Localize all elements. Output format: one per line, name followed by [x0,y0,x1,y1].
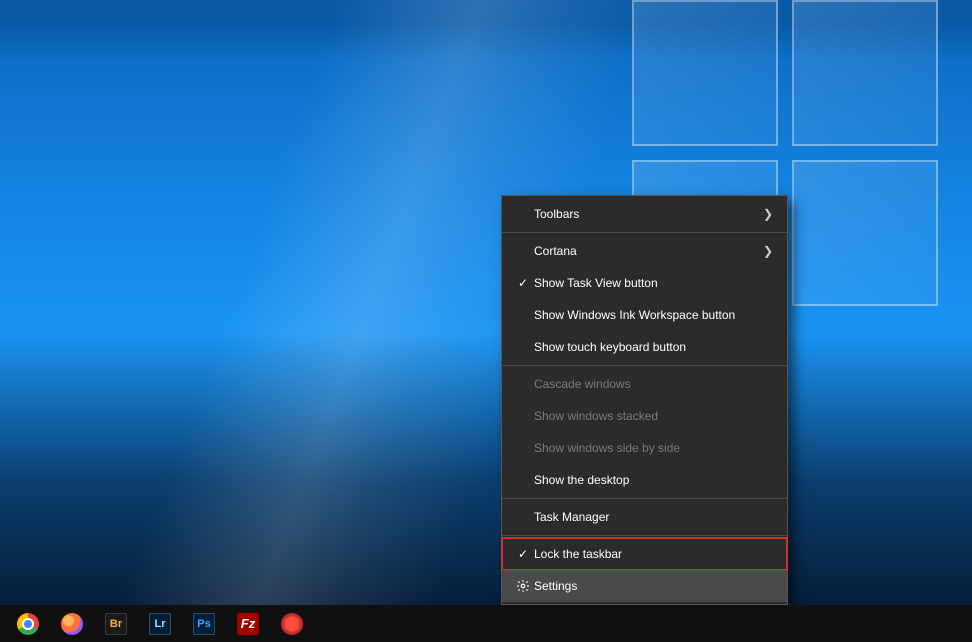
chevron-right-icon: ❯ [763,244,773,258]
desktop-wallpaper[interactable] [0,0,972,605]
taskbar-app-chrome[interactable] [6,605,50,642]
menu-label: Show touch keyboard button [534,340,773,354]
menu-label: Lock the taskbar [534,547,773,561]
menu-label: Cascade windows [534,377,773,391]
menu-separator [502,232,787,233]
chevron-right-icon: ❯ [763,207,773,221]
menu-task-manager[interactable]: Task Manager [502,501,787,533]
menu-label: Task Manager [534,510,773,524]
creative-cloud-icon [281,613,303,635]
filezilla-icon: Fz [237,613,259,635]
taskbar-app-lightroom[interactable]: Lr [138,605,182,642]
menu-cortana[interactable]: Cortana ❯ [502,235,787,267]
menu-lock-taskbar[interactable]: ✓ Lock the taskbar [502,538,787,570]
checkmark-icon: ✓ [512,276,534,290]
menu-label: Show windows side by side [534,441,773,455]
lightroom-icon: Lr [149,613,171,635]
bridge-icon: Br [105,613,127,635]
menu-label: Show windows stacked [534,409,773,423]
gear-icon [512,579,534,593]
taskbar-context-menu: Toolbars ❯ Cortana ❯ ✓ Show Task View bu… [501,195,788,605]
taskbar[interactable]: Br Lr Ps Fz [0,605,972,642]
menu-separator [502,535,787,536]
menu-separator [502,498,787,499]
chrome-icon [17,613,39,635]
menu-show-desktop[interactable]: Show the desktop [502,464,787,496]
menu-settings[interactable]: Settings [502,570,787,602]
menu-separator [502,365,787,366]
menu-label: Show the desktop [534,473,773,487]
menu-show-windows-stacked: Show windows stacked [502,400,787,432]
taskbar-app-firefox[interactable] [50,605,94,642]
menu-label: Settings [534,579,773,593]
photoshop-icon: Ps [193,613,215,635]
menu-cascade-windows: Cascade windows [502,368,787,400]
menu-label: Show Windows Ink Workspace button [534,308,773,322]
menu-toolbars[interactable]: Toolbars ❯ [502,198,787,230]
menu-show-touch-keyboard[interactable]: Show touch keyboard button [502,331,787,363]
taskbar-app-bridge[interactable]: Br [94,605,138,642]
menu-show-task-view[interactable]: ✓ Show Task View button [502,267,787,299]
taskbar-app-creative-cloud[interactable] [270,605,314,642]
menu-label: Toolbars [534,207,763,221]
taskbar-app-filezilla[interactable]: Fz [226,605,270,642]
firefox-icon [61,613,83,635]
checkmark-icon: ✓ [512,547,534,561]
menu-label: Cortana [534,244,763,258]
taskbar-app-photoshop[interactable]: Ps [182,605,226,642]
menu-show-ink-workspace[interactable]: Show Windows Ink Workspace button [502,299,787,331]
menu-label: Show Task View button [534,276,773,290]
menu-show-windows-side-by-side: Show windows side by side [502,432,787,464]
